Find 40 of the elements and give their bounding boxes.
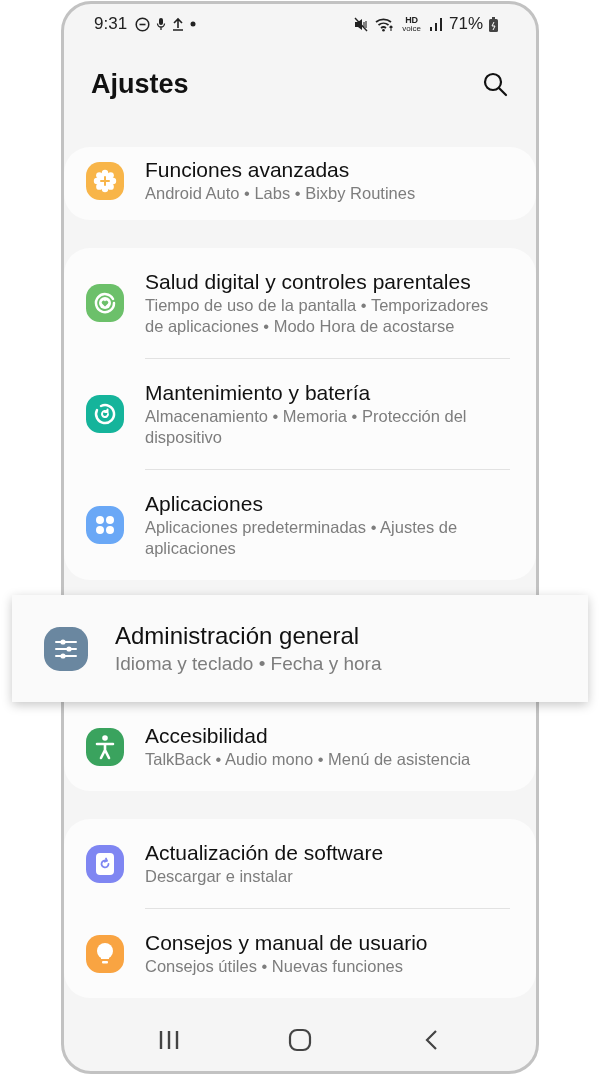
battery-percentage: 71% (448, 14, 483, 34)
do-not-disturb-icon (135, 16, 151, 32)
item-title: Mantenimiento y batería (145, 380, 372, 406)
page-title: Ajustes (91, 68, 190, 100)
item-subtitle: Consejos útiles • Nuevas funciones (145, 956, 404, 977)
item-subtitle: Android Auto • Labs • Bixby Routines (145, 183, 417, 204)
item-title: Funciones avanzadas (145, 157, 351, 183)
item-subtitle: Aplicaciones predeterminadas • Ajustes de aplicaciones (145, 517, 459, 559)
item-title: Aplicaciones (145, 491, 264, 517)
item-title: Accesibilidad (145, 723, 269, 749)
recent-apps-icon (158, 1030, 181, 1050)
item-subtitle: Idioma y teclado • Fecha y hora (115, 652, 383, 676)
status-time: 9:31 (94, 14, 128, 34)
hd-voice-indicator: HD voice (402, 15, 421, 33)
settings-item[interactable]: Consejos y manual de usuario Consejos útiles • Nuevas funciones (64, 909, 536, 998)
settings-item[interactable]: Accesibilidad TalkBack • Audio mono • Menú de asistencia (64, 702, 536, 791)
item-title: Salud digital y controles parentales (145, 269, 472, 295)
wifi-icon (375, 16, 395, 32)
item-subtitle: TalkBack • Audio mono • Menú de asistencia (145, 749, 472, 770)
item-title: Administración general (115, 621, 361, 651)
signal-icon (428, 17, 443, 31)
microphone-icon (156, 17, 167, 31)
item-subtitle: Descargar e instalar (145, 866, 294, 887)
settings-item[interactable]: Actualización de software Descargar e instalar (64, 819, 536, 908)
highlighted-settings-item[interactable]: Administración general Idioma y teclado • Fecha y hora (12, 595, 588, 702)
home-icon (288, 1028, 312, 1052)
settings-item[interactable]: Aplicaciones Aplicaciones predeterminadas • Ajustes de aplicaciones (64, 470, 536, 580)
notification-dot-icon (190, 21, 197, 27)
settings-item[interactable]: Funciones avanzadas Android Auto • Labs • Bixby Routines (64, 147, 536, 220)
back-icon (423, 1029, 438, 1051)
item-title: Actualización de software (145, 840, 385, 866)
item-subtitle: Almacenamiento • Memoria • Protección del dispositivo (145, 406, 468, 448)
item-title: Consejos y manual de usuario (145, 930, 429, 956)
settings-item[interactable]: Salud digital y controles parentales Tiempo de uso de la pantalla • Temporizadores de aplicaciones • Modo Hora de acostarse (64, 248, 536, 358)
settings-item[interactable]: Mantenimiento y batería Almacenamiento • Memoria • Protección del dispositivo (64, 359, 536, 469)
upload-icon (172, 17, 185, 31)
item-subtitle: Tiempo de uso de la pantalla • Temporizadores de aplicaciones • Modo Hora de acostarse (145, 295, 490, 337)
search-icon (482, 71, 508, 97)
battery-icon (489, 16, 498, 32)
mute-icon (354, 16, 370, 32)
